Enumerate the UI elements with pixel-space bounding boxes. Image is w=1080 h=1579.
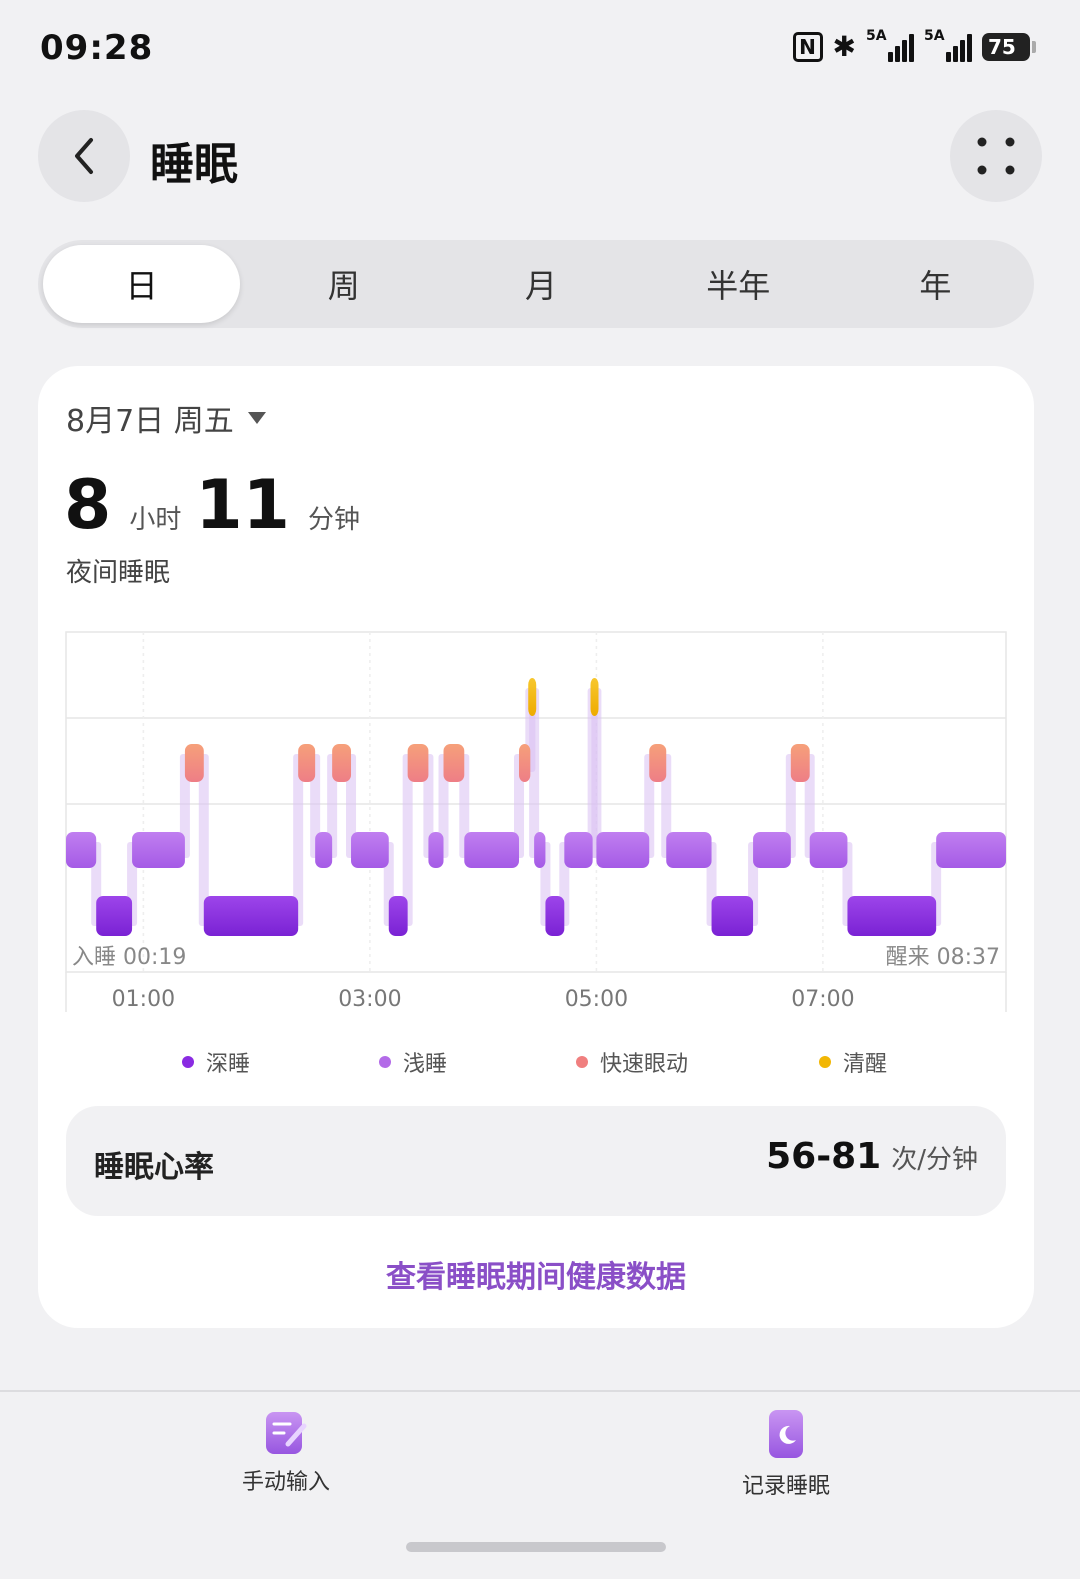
stage-bar-light bbox=[351, 832, 389, 868]
stage-bar-light bbox=[809, 832, 848, 868]
sleep-heart-rate-row[interactable]: 睡眠心率 56-81 次/分钟 bbox=[66, 1106, 1006, 1216]
caret-down-icon bbox=[247, 412, 266, 424]
stage-bar-deep bbox=[545, 896, 565, 936]
battery-icon: 75 bbox=[982, 32, 1036, 61]
date-label: 8月7日 周五 bbox=[66, 404, 234, 439]
signal-sim1-icon: 5A bbox=[866, 28, 914, 62]
stage-bar-rem bbox=[649, 744, 667, 782]
legend-deep-dot bbox=[182, 1056, 194, 1068]
pencil-note-icon bbox=[266, 1412, 307, 1454]
record-sleep-label: 记录睡眠 bbox=[741, 1474, 830, 1499]
four-dots-icon bbox=[977, 137, 1015, 175]
wake-label: 醒来 08:37 bbox=[886, 945, 1000, 970]
legend-light: 浅睡 bbox=[379, 1046, 447, 1078]
stage-bar-rem bbox=[790, 744, 810, 782]
legend-light-label: 浅睡 bbox=[403, 1052, 448, 1077]
stage-bar-deep bbox=[388, 896, 408, 936]
manual-input-button[interactable]: 手动输入 bbox=[186, 1408, 386, 1496]
legend-awake-dot bbox=[819, 1056, 831, 1068]
legend-awake-label: 清醒 bbox=[843, 1052, 888, 1077]
hypnogram-svg: 01:00 03:00 05:00 07:00 入睡 00:19 醒来 08:37 bbox=[65, 631, 1007, 1012]
tab-week[interactable]: 周 bbox=[245, 240, 442, 328]
stage-bar-light bbox=[132, 832, 185, 868]
x-tick-label: 03:00 bbox=[338, 987, 401, 1012]
tab-half-year[interactable]: 半年 bbox=[640, 240, 837, 328]
stage-bar-light bbox=[315, 832, 333, 868]
status-bar: 09:28 N ✱ 5A 5A 75 bbox=[0, 0, 1080, 100]
stage-bar-light bbox=[428, 832, 444, 868]
stage-bar-deep bbox=[203, 896, 299, 936]
stage-bar-deep bbox=[847, 896, 937, 936]
back-button[interactable] bbox=[38, 110, 130, 202]
tab-month[interactable]: 月 bbox=[442, 240, 639, 328]
heart-rate-unit: 次/分钟 bbox=[891, 1145, 978, 1175]
stage-bar-light bbox=[753, 832, 791, 868]
battery-level: 75 bbox=[982, 32, 1030, 61]
signal-sim2-icon: 5A bbox=[924, 28, 972, 62]
record-sleep-button[interactable]: 记录睡眠 bbox=[686, 1408, 886, 1500]
duration-minutes: 11 bbox=[195, 466, 290, 545]
stage-bar-light bbox=[666, 832, 712, 868]
tab-year[interactable]: 年 bbox=[837, 240, 1034, 328]
moon-phone-icon bbox=[769, 1410, 803, 1458]
status-time: 09:28 bbox=[40, 28, 154, 68]
sleep-card: 8月7日 周五 8 小时 11 分钟 夜间睡眠 01:00 03:00 05:00 0… bbox=[38, 366, 1034, 1328]
x-tick-label: 01:00 bbox=[112, 987, 175, 1012]
bottom-divider bbox=[0, 1390, 1080, 1392]
stage-bar-rem bbox=[407, 744, 429, 782]
page-title: 睡眠 bbox=[150, 139, 238, 190]
sleep-start-label: 入睡 00:19 bbox=[72, 945, 186, 970]
sleep-duration: 8 小时 11 分钟 bbox=[64, 466, 374, 545]
x-tick-label: 05:00 bbox=[565, 987, 628, 1012]
heart-rate-label: 睡眠心率 bbox=[94, 1150, 214, 1185]
stage-bar-light bbox=[936, 832, 1006, 868]
sim2-label: 5A bbox=[924, 27, 945, 44]
sim1-label: 5A bbox=[866, 27, 887, 44]
legend-deep-label: 深睡 bbox=[206, 1052, 251, 1077]
stage-bar-light bbox=[66, 832, 97, 868]
home-indicator[interactable] bbox=[406, 1542, 666, 1552]
heart-rate-value: 56-81 次/分钟 bbox=[766, 1136, 978, 1177]
chevron-left-icon bbox=[75, 138, 93, 174]
heart-rate-range: 56-81 bbox=[766, 1136, 882, 1177]
stage-bar-light bbox=[596, 832, 650, 868]
sleep-stage-chart: 01:00 03:00 05:00 07:00 入睡 00:19 醒来 08:37 bbox=[38, 606, 1034, 1076]
stage-bar-rem bbox=[298, 744, 316, 782]
legend-rem-dot bbox=[576, 1056, 588, 1068]
legend-light-dot bbox=[379, 1056, 391, 1068]
stage-bar-awake bbox=[528, 678, 537, 716]
x-tick-label: 07:00 bbox=[791, 987, 854, 1012]
tab-day[interactable]: 日 bbox=[43, 245, 241, 323]
legend-rem: 快速眼动 bbox=[576, 1046, 688, 1078]
stage-bar-light bbox=[534, 832, 546, 868]
stage-bar-awake bbox=[590, 678, 599, 716]
stage-bar-rem bbox=[332, 744, 352, 782]
legend-awake: 清醒 bbox=[819, 1046, 887, 1078]
stage-bar-deep bbox=[711, 896, 754, 936]
hours-unit: 小时 bbox=[129, 505, 182, 535]
view-health-data-link[interactable]: 查看睡眠期间健康数据 bbox=[38, 1252, 1034, 1296]
bluetooth-icon: ✱ bbox=[832, 30, 856, 63]
chart-legend: 深睡 浅睡 快速眼动 清醒 bbox=[38, 1046, 1034, 1086]
more-options-button[interactable] bbox=[950, 110, 1042, 202]
stage-bar-rem bbox=[519, 744, 531, 782]
stage-bar-light bbox=[464, 832, 520, 868]
stage-bar-deep bbox=[96, 896, 133, 936]
manual-input-label: 手动输入 bbox=[241, 1470, 330, 1495]
stage-bar-rem bbox=[184, 744, 204, 782]
stage-bar-rem bbox=[443, 744, 465, 782]
sleep-type-label: 夜间睡眠 bbox=[66, 558, 171, 588]
minutes-unit: 分钟 bbox=[307, 505, 360, 535]
status-icons: N ✱ 5A 5A 75 bbox=[792, 28, 1036, 63]
period-tabs: 日 周 月 半年 年 bbox=[38, 240, 1034, 328]
legend-deep: 深睡 bbox=[182, 1046, 250, 1078]
nfc-icon: N bbox=[792, 31, 823, 62]
duration-hours: 8 bbox=[64, 466, 112, 545]
legend-rem-label: 快速眼动 bbox=[600, 1052, 689, 1077]
date-selector[interactable]: 8月7日 周五 bbox=[66, 396, 266, 440]
stage-bar-light bbox=[564, 832, 593, 868]
